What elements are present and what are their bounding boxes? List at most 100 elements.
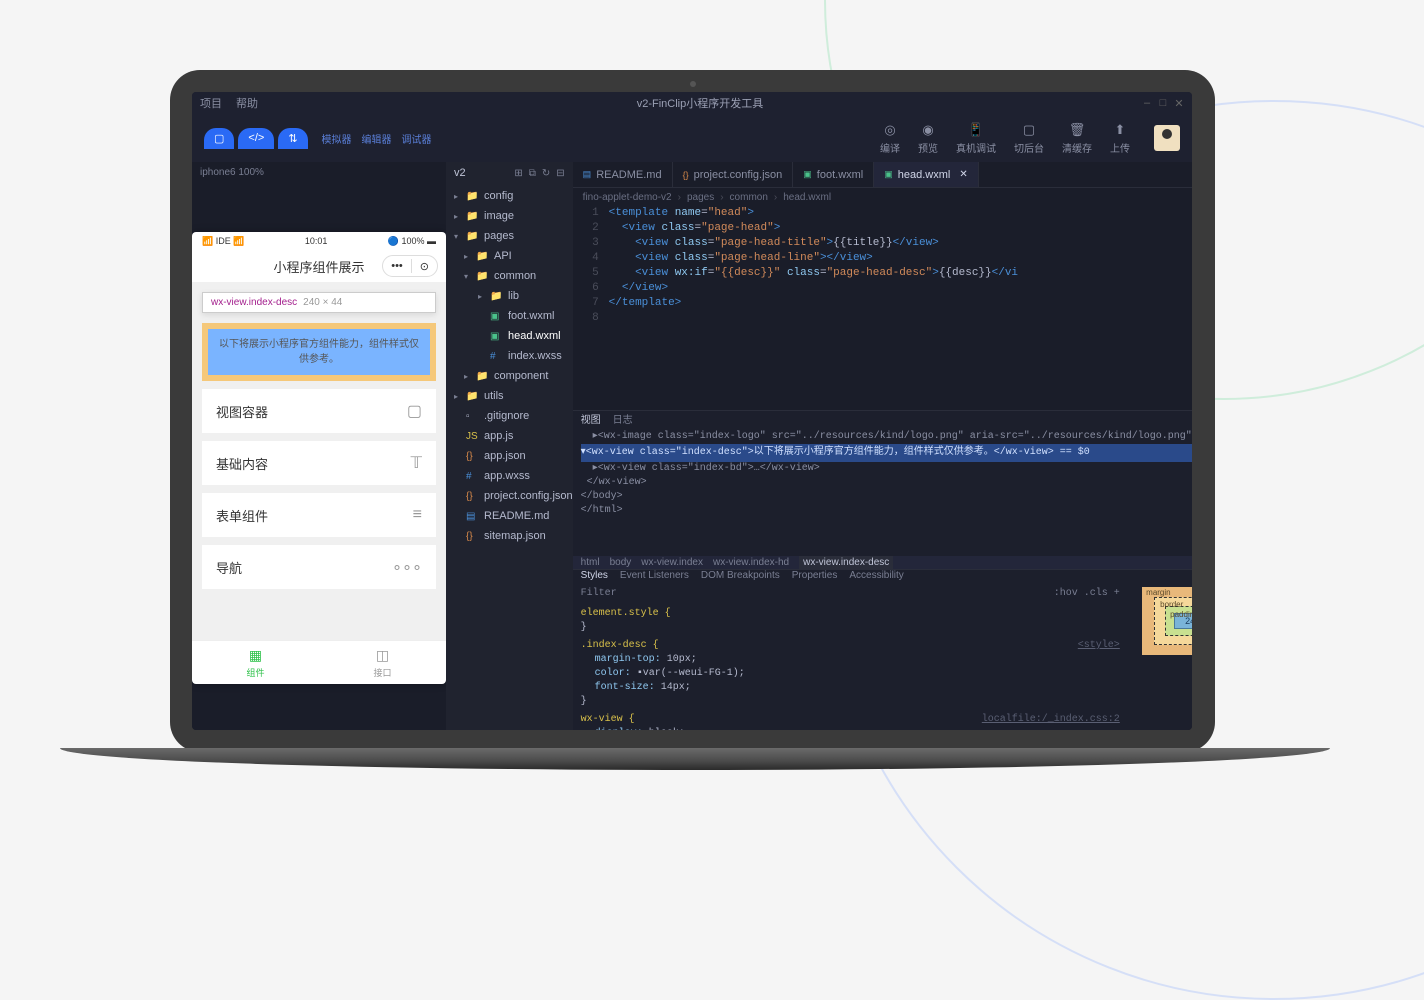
editor-tab-project-config-json[interactable]: {}project.config.json xyxy=(673,162,794,187)
styles-tab-styles[interactable]: Styles xyxy=(581,570,608,581)
breadcrumb-segment[interactable]: common xyxy=(730,192,768,203)
tree-item-common[interactable]: ▾📁common xyxy=(446,266,573,286)
styles-tab-accessibility[interactable]: Accessibility xyxy=(849,570,903,581)
box-model: margin 10 border padding 240 × 44 xyxy=(1128,581,1192,730)
capsule-close-icon[interactable]: ⊙ xyxy=(412,260,437,273)
styles-tab-event-listeners[interactable]: Event Listeners xyxy=(620,570,689,581)
tree-item-lib[interactable]: ▸📁lib xyxy=(446,286,573,306)
toolbar-preview[interactable]: ◉预览 xyxy=(918,122,938,155)
toolbar-background[interactable]: ▢切后台 xyxy=(1014,122,1044,155)
dom-crumb-segment[interactable]: html xyxy=(581,557,600,568)
capsule-button[interactable]: ••• ⊙ xyxy=(382,255,438,277)
tree-item-config[interactable]: ▸📁config xyxy=(446,186,573,206)
breadcrumb: fino-applet-demo-v2›pages›common›head.wx… xyxy=(573,188,1192,206)
tree-item-app-js[interactable]: JSapp.js xyxy=(446,426,573,446)
style-rules[interactable]: Filter :hov .cls + element.style { } .in… xyxy=(573,581,1128,730)
mode-simulator-button[interactable]: ▢ xyxy=(204,128,234,149)
toolbar-compile[interactable]: ◎编译 xyxy=(880,122,900,155)
editor-tab-head-wxml[interactable]: ▣head.wxml✕ xyxy=(874,162,978,187)
tree-item--gitignore[interactable]: ▫.gitignore xyxy=(446,406,573,426)
breadcrumb-segment[interactable]: fino-applet-demo-v2 xyxy=(583,192,672,203)
dom-crumb-segment[interactable]: wx-view.index-desc xyxy=(799,556,893,569)
code-area[interactable]: <template name="head"> <view class="page… xyxy=(609,206,1192,410)
laptop-base xyxy=(60,748,1330,770)
styles-tab-dom-breakpoints[interactable]: DOM Breakpoints xyxy=(701,570,780,581)
app-title: 小程序组件展示 xyxy=(273,257,364,276)
tree-item-foot-wxml[interactable]: ▣foot.wxml xyxy=(446,306,573,326)
menu-view-container[interactable]: 视图容器▢ xyxy=(202,389,436,433)
devtools-panel: 视图 日志 ▸<wx-image class="index-logo" src=… xyxy=(573,410,1192,730)
menu-project[interactable]: 项目 xyxy=(200,95,222,111)
new-folder-icon[interactable]: ⧉ xyxy=(529,168,536,179)
refresh-icon[interactable]: ↻ xyxy=(542,168,550,179)
dom-breadcrumb: html body wx-view.index wx-view.index-hd wx-… xyxy=(573,556,1192,569)
tree-item-README-md[interactable]: ▤README.md xyxy=(446,506,573,526)
dom-crumb-segment[interactable]: body xyxy=(610,557,632,568)
menu-help[interactable]: 帮助 xyxy=(236,95,258,111)
tree-item-app-json[interactable]: {}app.json xyxy=(446,446,573,466)
tree-item-project-config-json[interactable]: {}project.config.json xyxy=(446,486,573,506)
window-min-icon[interactable]: – xyxy=(1142,97,1152,110)
mode-debugger-label: 调试器 xyxy=(402,131,432,146)
mode-editor-label: 编辑器 xyxy=(362,131,392,146)
tree-item-sitemap-json[interactable]: {}sitemap.json xyxy=(446,526,573,546)
tree-item-head-wxml[interactable]: ▣head.wxml xyxy=(446,326,573,346)
inspector-tooltip: wx-view.index-desc 240 × 44 xyxy=(202,292,436,313)
status-time: 10:01 xyxy=(305,236,328,246)
highlight-element[interactable]: 以下将展示小程序官方组件能力，组件样式仅供参考。 xyxy=(202,323,436,381)
grid-icon: ▢ xyxy=(407,401,422,421)
breadcrumb-segment[interactable]: head.wxml xyxy=(783,192,831,203)
laptop-frame: 项目 帮助 v2-FinClip小程序开发工具 – □ ✕ ▢ </> ⇅ 模拟… xyxy=(170,70,1230,790)
window-title: v2-FinClip小程序开发工具 xyxy=(272,95,1128,111)
dots-icon: ∘∘∘ xyxy=(392,557,422,577)
window-close-icon[interactable]: ✕ xyxy=(1174,97,1184,110)
list-icon: ≡ xyxy=(413,506,422,524)
tabbar-api[interactable]: ◫接口 xyxy=(319,641,446,684)
simulator-panel: iphone6 100% 📶 IDE 📶 10:01 🔵 100% ▬ 小程序组… xyxy=(192,162,446,730)
ide-window: 项目 帮助 v2-FinClip小程序开发工具 – □ ✕ ▢ </> ⇅ 模拟… xyxy=(192,92,1192,730)
webcam-dot xyxy=(690,81,696,87)
dom-crumb-segment[interactable]: wx-view.index-hd xyxy=(713,557,789,568)
explorer-root[interactable]: v2 xyxy=(454,167,466,179)
phone-preview: 📶 IDE 📶 10:01 🔵 100% ▬ 小程序组件展示 ••• ⊙ wx-… xyxy=(192,232,446,684)
mode-debugger-button[interactable]: ⇅ xyxy=(278,128,307,149)
mode-editor-button[interactable]: </> xyxy=(238,128,274,149)
menu-form[interactable]: 表单组件≡ xyxy=(202,493,436,537)
toolbar-upload[interactable]: ⬆上传 xyxy=(1110,122,1130,155)
style-filter-input[interactable]: Filter xyxy=(581,587,617,601)
capsule-menu-icon[interactable]: ••• xyxy=(383,260,411,272)
status-battery: 🔵 100% ▬ xyxy=(388,236,436,247)
user-avatar[interactable] xyxy=(1154,125,1180,151)
devtools-tab-view[interactable]: 视图 xyxy=(581,411,601,426)
toolbar-remote[interactable]: 📱真机调试 xyxy=(956,122,996,155)
dom-selected-node[interactable]: ▾<wx-view class="index-desc">以下将展示小程序官方组… xyxy=(581,444,1192,462)
tree-item-index-wxss[interactable]: #index.wxss xyxy=(446,346,573,366)
tabbar-components[interactable]: ▦组件 xyxy=(192,641,319,684)
new-file-icon[interactable]: ⊞ xyxy=(514,168,522,179)
mode-simulator-label: 模拟器 xyxy=(322,131,352,146)
styles-tab-properties[interactable]: Properties xyxy=(792,570,838,581)
dom-crumb-segment[interactable]: wx-view.index xyxy=(641,557,703,568)
menu-basic-content[interactable]: 基础内容𝕋 xyxy=(202,441,436,485)
editor-tab-foot-wxml[interactable]: ▣foot.wxml xyxy=(793,162,874,187)
devtools-tab-log[interactable]: 日志 xyxy=(613,411,633,426)
window-max-icon[interactable]: □ xyxy=(1158,97,1168,110)
tree-item-API[interactable]: ▸📁API xyxy=(446,246,573,266)
collapse-icon[interactable]: ⊟ xyxy=(556,168,564,179)
text-icon: 𝕋 xyxy=(411,453,422,473)
component-icon: ▦ xyxy=(249,647,262,664)
menu-nav[interactable]: 导航∘∘∘ xyxy=(202,545,436,589)
tree-item-component[interactable]: ▸📁component xyxy=(446,366,573,386)
tree-item-app-wxss[interactable]: #app.wxss xyxy=(446,466,573,486)
api-icon: ◫ xyxy=(376,647,389,664)
tab-close-icon[interactable]: ✕ xyxy=(959,169,967,180)
tree-item-utils[interactable]: ▸📁utils xyxy=(446,386,573,406)
simulator-device-label[interactable]: iphone6 100% xyxy=(200,167,264,178)
toolbar-clear[interactable]: 🗑清缓存 xyxy=(1062,122,1092,155)
tree-item-image[interactable]: ▸📁image xyxy=(446,206,573,226)
tree-item-pages[interactable]: ▾📁pages xyxy=(446,226,573,246)
dom-tree[interactable]: ▸<wx-image class="index-logo" src="../re… xyxy=(573,426,1192,556)
editor-tab-README-md[interactable]: ▤README.md xyxy=(573,162,673,187)
style-hov-toggle[interactable]: :hov .cls + xyxy=(1054,587,1120,601)
breadcrumb-segment[interactable]: pages xyxy=(687,192,714,203)
